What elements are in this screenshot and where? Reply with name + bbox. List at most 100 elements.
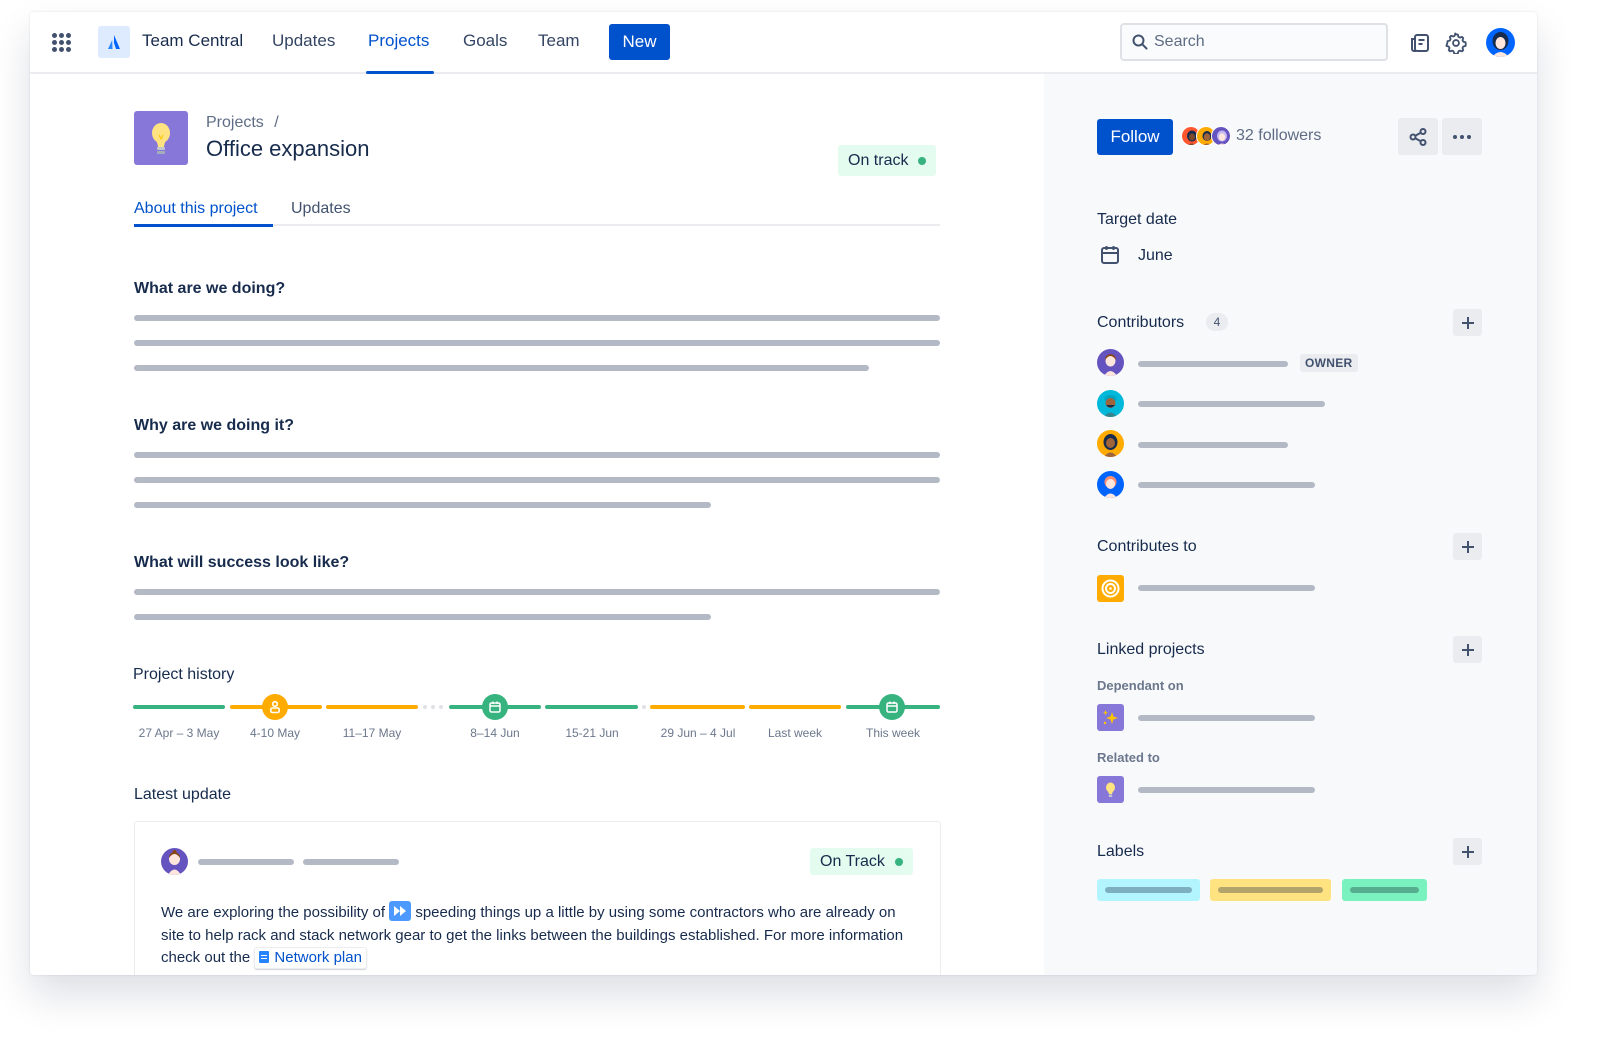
- status-dot: [918, 156, 927, 165]
- more-actions-button[interactable]: [1442, 118, 1482, 155]
- network-plan-link[interactable]: Network plan: [254, 947, 367, 969]
- text-placeholder: [134, 614, 711, 620]
- atlassian-logo-icon[interactable]: [98, 26, 130, 58]
- contributor-name-placeholder: [1138, 361, 1288, 367]
- search-icon: [1132, 34, 1148, 50]
- share-button[interactable]: [1398, 118, 1438, 155]
- timeline-segment-week-7[interactable]: [749, 705, 841, 709]
- add-linked-project-button[interactable]: [1453, 636, 1482, 663]
- feedback-icon[interactable]: [1410, 33, 1430, 53]
- text-placeholder: [134, 452, 940, 458]
- active-tab-indicator: [134, 224, 273, 227]
- contributor-name-placeholder: [1138, 482, 1315, 488]
- timeline-gap-dot: [439, 705, 443, 709]
- timeline-label: 8–14 Jun: [470, 726, 520, 740]
- label-chip[interactable]: [1342, 879, 1427, 901]
- label-chip[interactable]: [1210, 879, 1331, 901]
- contributor-avatar[interactable]: [1097, 390, 1124, 417]
- app-switcher-icon[interactable]: [51, 32, 73, 54]
- goal-target-icon[interactable]: [1097, 575, 1124, 602]
- text-placeholder: [134, 365, 869, 371]
- date-change-icon[interactable]: [879, 694, 905, 720]
- breadcrumb-separator: /: [274, 114, 279, 131]
- followers-count[interactable]: 32 followers: [1236, 127, 1321, 145]
- search-box[interactable]: [1120, 23, 1388, 61]
- target-date-value[interactable]: June: [1138, 247, 1173, 265]
- labels-heading: Labels: [1097, 843, 1145, 860]
- owner-change-icon[interactable]: [262, 694, 288, 720]
- more-icon: [1453, 134, 1471, 139]
- contributor-name-placeholder: [1138, 401, 1325, 407]
- label-chip[interactable]: [1097, 879, 1200, 901]
- project-tabs: About this project Updates: [134, 196, 940, 227]
- follow-button[interactable]: Follow: [1097, 119, 1173, 155]
- tab-updates[interactable]: Updates: [291, 200, 351, 218]
- nav-goals[interactable]: Goals: [463, 31, 507, 51]
- profile-avatar[interactable]: [1486, 28, 1515, 57]
- contributes-to-heading: Contributes to: [1097, 538, 1197, 555]
- update-status-text: On Track: [820, 852, 885, 870]
- tab-about[interactable]: About this project: [134, 200, 258, 218]
- update-text-part: We are exploring the possibility of: [161, 904, 390, 921]
- contributors-count-badge: 4: [1206, 313, 1228, 331]
- status-badge[interactable]: On track: [838, 145, 937, 176]
- lightbulb-icon: [134, 111, 188, 165]
- timeline-segment-week-3[interactable]: [326, 705, 418, 709]
- timeline-gap-dot: [431, 705, 435, 709]
- plus-icon: [1461, 643, 1474, 656]
- lightbulb-project-icon[interactable]: [1097, 776, 1124, 803]
- dependant-on-label: Dependant on: [1097, 678, 1184, 693]
- project-history-heading: Project history: [133, 666, 235, 683]
- author-name-placeholder: [198, 859, 294, 865]
- new-button[interactable]: New: [609, 24, 670, 60]
- project-sidebar: Follow 32 followers Target date June Con…: [1044, 74, 1537, 975]
- latest-update-card: On Track We are exploring the possibilit…: [134, 821, 941, 975]
- status-text: On track: [848, 151, 909, 169]
- date-placeholder: [303, 859, 399, 865]
- page-title: Office expansion: [206, 136, 370, 161]
- contributor-avatar[interactable]: [1097, 430, 1124, 457]
- timeline-gap-dot: [642, 705, 646, 709]
- breadcrumb-projects[interactable]: Projects: [206, 114, 264, 131]
- sparkle-project-icon[interactable]: [1097, 704, 1124, 731]
- owner-lozenge: OWNER: [1300, 354, 1358, 372]
- plus-icon: [1461, 845, 1474, 858]
- update-status-badge: On Track: [810, 848, 913, 875]
- status-dot: [894, 857, 903, 866]
- linked-projects-heading: Linked projects: [1097, 641, 1205, 658]
- share-icon: [1409, 127, 1427, 146]
- calendar-icon: [1101, 246, 1119, 264]
- product-name[interactable]: Team Central: [142, 31, 243, 51]
- search-input[interactable]: [1154, 31, 1374, 53]
- plus-icon: [1461, 316, 1474, 329]
- nav-projects[interactable]: Projects: [368, 31, 429, 51]
- nav-team[interactable]: Team: [538, 31, 580, 51]
- date-change-icon[interactable]: [482, 694, 508, 720]
- fast-forward-icon: [389, 901, 412, 921]
- contributor-name-placeholder: [1138, 442, 1288, 448]
- settings-icon[interactable]: [1445, 32, 1467, 54]
- add-contributor-button[interactable]: [1453, 309, 1482, 336]
- timeline-segment-week-6[interactable]: [650, 705, 745, 709]
- app-window: Team Central Updates Projects Goals Team…: [30, 12, 1537, 975]
- add-goal-button[interactable]: [1453, 533, 1482, 560]
- add-label-button[interactable]: [1453, 838, 1482, 865]
- author-avatar[interactable]: [161, 848, 188, 875]
- question-why: Why are we doing it?: [134, 417, 295, 434]
- timeline-segment-week-5[interactable]: [545, 705, 638, 709]
- nav-updates[interactable]: Updates: [272, 31, 335, 51]
- text-placeholder: [134, 502, 711, 508]
- timeline-gap-dot: [423, 705, 427, 709]
- contributor-avatar[interactable]: [1097, 349, 1124, 376]
- timeline-segment-week-1[interactable]: [133, 705, 225, 709]
- contributor-avatar[interactable]: [1097, 471, 1124, 498]
- project-name-placeholder: [1138, 787, 1315, 793]
- follower-avatar[interactable]: [1211, 126, 1231, 146]
- timeline-label: Last week: [767, 726, 823, 740]
- breadcrumb: Projects /: [206, 114, 279, 132]
- document-icon: [259, 951, 270, 963]
- contributors-heading: Contributors: [1097, 314, 1185, 331]
- question-success: What will success look like?: [134, 554, 350, 571]
- main-content: Projects / Office expansion On track Abo…: [30, 74, 1044, 975]
- project-name-placeholder: [1138, 715, 1315, 721]
